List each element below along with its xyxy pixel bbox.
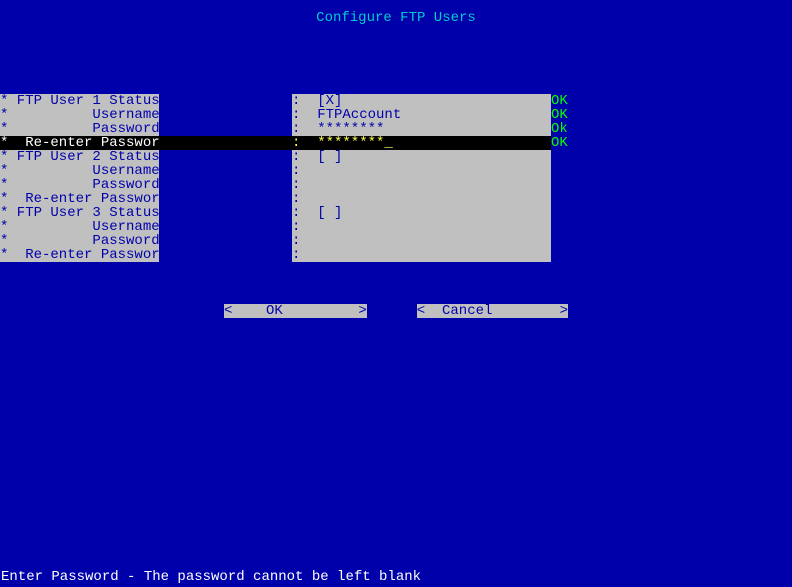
- form-area: * FTP User 1 Status : [X] OK * Username …: [0, 94, 792, 262]
- value-user3-username[interactable]: :: [292, 220, 551, 234]
- value-user3-reenter[interactable]: :: [292, 248, 551, 262]
- label-user2-status: * FTP User 2 Status: [0, 150, 159, 164]
- gap: [159, 164, 292, 178]
- page-title: Configure FTP Users: [316, 10, 476, 26]
- gap: [159, 136, 292, 150]
- status-user1-reenter: OK: [551, 136, 568, 150]
- row-user1-reenter: * Re-enter Password : ********_ OK: [0, 136, 792, 150]
- label-user2-reenter: * Re-enter Password: [0, 192, 159, 206]
- status-user1-password: Ok: [551, 122, 568, 136]
- value-user2-username[interactable]: :: [292, 164, 551, 178]
- label-user1-status: * FTP User 1 Status: [0, 94, 159, 108]
- label-user1-reenter: * Re-enter Password: [0, 136, 159, 150]
- label-user2-password: * Password: [0, 178, 159, 192]
- gap: [159, 122, 292, 136]
- gap: [159, 206, 292, 220]
- label-user1-username: * Username: [0, 108, 159, 122]
- gap: [159, 192, 292, 206]
- gap: [159, 234, 292, 248]
- gap: [159, 94, 292, 108]
- value-user1-status[interactable]: : [X]: [292, 94, 551, 108]
- value-user1-reenter[interactable]: : ********_: [292, 136, 551, 150]
- cancel-button[interactable]: < Cancel >: [417, 304, 568, 318]
- gap: [159, 248, 292, 262]
- footer-hint: Enter Password - The password cannot be …: [0, 557, 792, 587]
- ok-button[interactable]: < OK >: [224, 304, 367, 318]
- gap: [159, 108, 292, 122]
- row-user2-reenter: * Re-enter Password :: [0, 192, 792, 206]
- label-user3-password: * Password: [0, 234, 159, 248]
- value-user2-reenter[interactable]: :: [292, 192, 551, 206]
- value-user2-status[interactable]: : [ ]: [292, 150, 551, 164]
- status-user1-status: OK: [551, 94, 568, 108]
- label-user3-username: * Username: [0, 220, 159, 234]
- row-user3-username: * Username :: [0, 220, 792, 234]
- gap: [159, 150, 292, 164]
- gap: [159, 220, 292, 234]
- value-user3-status[interactable]: : [ ]: [292, 206, 551, 220]
- label-user3-reenter: * Re-enter Password: [0, 248, 159, 262]
- button-bar: < OK > < Cancel >: [0, 304, 792, 318]
- row-user2-status: * FTP User 2 Status : [ ]: [0, 150, 792, 164]
- row-user1-password: * Password : ******** Ok: [0, 122, 792, 136]
- value-user1-username[interactable]: : FTPAccount: [292, 108, 551, 122]
- value-user2-password[interactable]: :: [292, 178, 551, 192]
- header-bar: Configure FTP Users: [0, 0, 792, 53]
- label-user2-username: * Username: [0, 164, 159, 178]
- value-user1-password[interactable]: : ********: [292, 122, 551, 136]
- row-user3-password: * Password :: [0, 234, 792, 248]
- gap: [159, 178, 292, 192]
- value-user3-password[interactable]: :: [292, 234, 551, 248]
- row-user3-reenter: * Re-enter Password :: [0, 248, 792, 262]
- row-user3-status: * FTP User 3 Status : [ ]: [0, 206, 792, 220]
- row-user2-username: * Username :: [0, 164, 792, 178]
- row-user1-status: * FTP User 1 Status : [X] OK: [0, 94, 792, 108]
- row-user2-password: * Password :: [0, 178, 792, 192]
- status-user1-username: OK: [551, 108, 568, 122]
- row-user1-username: * Username : FTPAccount OK: [0, 108, 792, 122]
- label-user1-password: * Password: [0, 122, 159, 136]
- label-user3-status: * FTP User 3 Status: [0, 206, 159, 220]
